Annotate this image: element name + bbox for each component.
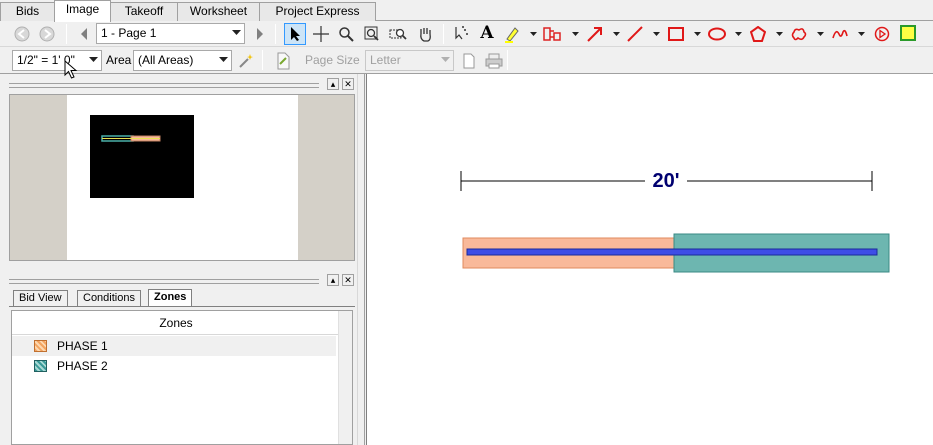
pane-close-icon[interactable]: ✕ (342, 78, 354, 90)
zone-name: PHASE 2 (57, 359, 108, 373)
zone-row-phase-1[interactable]: PHASE 1 (12, 336, 336, 356)
crosshair-icon[interactable] (311, 24, 331, 44)
paper-size-value: Letter (370, 53, 401, 67)
polygon-tool-icon[interactable] (748, 24, 768, 44)
chevron-down-icon (219, 57, 228, 62)
pane-collapse-icon[interactable]: ▴ (327, 274, 339, 286)
tab-image[interactable]: Image (54, 0, 111, 22)
zones-pane-header: ▴ ✕ (9, 274, 355, 288)
tab-project-express[interactable]: Project Express (259, 2, 376, 21)
freehand-dropdown-icon[interactable] (857, 24, 865, 44)
note-icon[interactable] (898, 23, 918, 43)
freehand-tool-icon[interactable] (830, 24, 850, 44)
cloud-tool-icon[interactable] (789, 24, 809, 44)
highlighter-dropdown-icon[interactable] (529, 24, 537, 44)
select-arrow-icon[interactable] (284, 23, 306, 45)
area-select[interactable]: (All Areas) (133, 50, 232, 71)
polygon-dropdown-icon[interactable] (775, 24, 783, 44)
area-label: Area (106, 53, 132, 67)
page-setup-icon[interactable] (273, 51, 293, 71)
zone-row-phase-2[interactable]: PHASE 2 (12, 356, 336, 376)
tab-conditions[interactable]: Conditions (77, 290, 141, 307)
area-select-value: (All Areas) (138, 53, 194, 67)
chevron-down-icon (89, 57, 98, 62)
chevron-down-icon (232, 30, 241, 35)
tab-worksheet[interactable]: Worksheet (177, 2, 260, 21)
view-toolbar: 1/2" = 1' 0" Area (All Areas) Page Size … (0, 47, 933, 74)
drawing-svg (460, 171, 890, 273)
zones-column-header[interactable]: Zones (12, 311, 340, 335)
drawing-canvas[interactable]: 20' (366, 74, 933, 445)
pane-collapse-icon[interactable]: ▴ (327, 78, 339, 90)
scale-select[interactable]: 1/2" = 1' 0" (12, 50, 102, 71)
zoom-area-icon[interactable] (388, 24, 408, 44)
stamp-icon[interactable] (542, 24, 562, 44)
thumbnail-pane-header: ▴ ✕ (9, 78, 355, 92)
pan-hand-icon[interactable] (415, 24, 435, 44)
tab-bids[interactable]: Bids (0, 2, 55, 21)
mouse-cursor-icon (64, 60, 78, 79)
stamp-dropdown-icon[interactable] (571, 24, 579, 44)
page-size-label: Page Size (305, 53, 360, 67)
zones-scrollbar[interactable] (338, 311, 352, 444)
tab-bid-view[interactable]: Bid View (13, 290, 68, 307)
tab-takeoff[interactable]: Takeoff (110, 2, 178, 21)
page-select-value: 1 - Page 1 (101, 26, 157, 40)
chevron-down-icon (441, 57, 450, 62)
measured-line[interactable] (466, 248, 878, 256)
image-toolbar: 1 - Page 1 A (0, 21, 933, 47)
zone-swatch-icon (34, 360, 47, 372)
zoom-icon[interactable] (336, 24, 356, 44)
pane-close-icon[interactable]: ✕ (342, 274, 354, 286)
tab-underline (9, 306, 355, 307)
rectangle-dropdown-icon[interactable] (693, 24, 701, 44)
prev-page-icon[interactable] (74, 24, 94, 44)
ellipse-tool-icon[interactable] (707, 24, 727, 44)
back-icon[interactable] (12, 24, 32, 44)
pane-splitter[interactable] (357, 74, 365, 445)
zones-list: Zones PHASE 1 PHASE 2 (11, 310, 353, 445)
next-page-icon[interactable] (250, 24, 270, 44)
cloud-dropdown-icon[interactable] (816, 24, 824, 44)
new-page-icon[interactable] (459, 51, 479, 71)
magic-select-icon[interactable] (451, 24, 471, 44)
record-icon[interactable] (872, 24, 892, 44)
highlighter-icon[interactable] (502, 24, 522, 44)
ellipse-dropdown-icon[interactable] (734, 24, 742, 44)
dimension-label: 20' (652, 170, 680, 192)
arrow-dropdown-icon[interactable] (612, 24, 620, 44)
rectangle-tool-icon[interactable] (666, 24, 686, 44)
paper-size-select[interactable]: Letter (365, 50, 454, 71)
line-tool-icon[interactable] (625, 24, 645, 44)
magic-wand-icon[interactable] (236, 51, 256, 71)
page-select[interactable]: 1 - Page 1 (96, 23, 245, 44)
tab-zones[interactable]: Zones (148, 289, 193, 307)
forward-icon[interactable] (37, 24, 57, 44)
zone-swatch-icon (34, 340, 47, 352)
print-icon[interactable] (484, 51, 504, 71)
zoom-window-icon[interactable] (362, 24, 382, 44)
thumbnail-viewport[interactable] (90, 115, 194, 198)
text-icon[interactable]: A (477, 23, 497, 43)
line-dropdown-icon[interactable] (652, 24, 660, 44)
zone-name: PHASE 1 (57, 339, 108, 353)
arrow-tool-icon[interactable] (585, 24, 605, 44)
main-tab-bar: Bids Image Takeoff Worksheet Project Exp… (0, 0, 933, 22)
